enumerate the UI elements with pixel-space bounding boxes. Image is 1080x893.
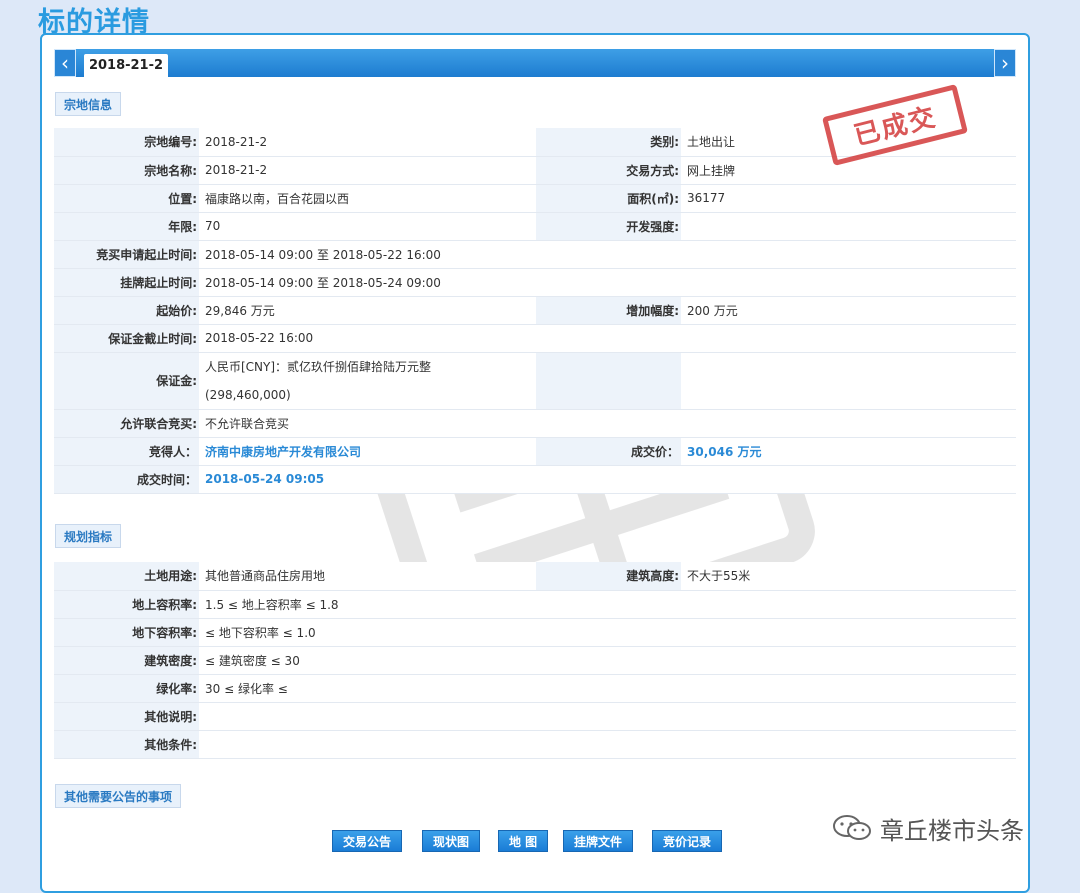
field-value: ≤ 建筑密度 ≤ 30 [199,646,1016,675]
field-label: 竞买申请起止时间: [54,240,199,269]
field-label: 地下容积率: [54,618,199,647]
deal-time-value: 2018-05-24 09:05 [199,465,1016,494]
table-row: 宗地名称: 2018-21-2 交易方式: 网上挂牌 [54,156,1016,185]
field-value: 福康路以南，百合花园以西 [199,184,536,213]
field-label: 成交价： [536,437,681,466]
wechat-icon [833,815,871,840]
field-label: 保证金截止时间: [54,324,199,353]
table-row: 挂牌起止时间: 2018-05-14 09:00 至 2018-05-24 09… [54,268,1016,297]
field-label: 允许联合竞买: [54,409,199,438]
field-value: 36177 [681,184,1016,213]
field-label: 宗地编号: [54,128,199,157]
field-label: 保证金: [54,352,199,410]
field-label: 位置: [54,184,199,213]
field-label: 挂牌起止时间: [54,268,199,297]
table-row: 保证金截止时间: 2018-05-22 16:00 [54,324,1016,353]
table-row: 位置: 福康路以南，百合花园以西 面积(㎡): 36177 [54,184,1016,213]
section-heading-parcel-info: 宗地信息 [55,92,122,116]
field-label: 其他说明: [54,702,199,731]
field-label: 增加幅度: [536,296,681,325]
field-value: 人民币[CNY]：贰亿玖仟捌佰肆拾陆万元整 (298,460,000) [199,352,536,410]
field-label: 交易方式: [536,156,681,185]
field-value: 其他普通商品住房用地 [199,562,536,591]
field-value: 29,846 万元 [199,296,536,325]
tab-prev-arrow-icon[interactable]: ‹ [54,49,76,77]
table-row: 竞得人： 济南中康房地产开发有限公司 成交价： 30,046 万元 [54,437,1016,466]
table-row: 地上容积率: 1.5 ≤ 地上容积率 ≤ 1.8 [54,590,1016,619]
field-value-empty [681,352,1016,410]
field-value: 2018-05-14 09:00 至 2018-05-22 16:00 [199,240,1016,269]
parcel-info-table: 宗地编号: 2018-21-2 类别: 土地出让 宗地名称: 2018-21-2… [54,128,1016,494]
field-label-empty [536,352,681,410]
tab-next-arrow-icon[interactable]: › [994,49,1016,77]
listing-docs-button[interactable]: 挂牌文件 [563,830,634,852]
table-row: 建筑密度: ≤ 建筑密度 ≤ 30 [54,646,1016,675]
status-map-button[interactable]: 现状图 [422,830,481,852]
field-value: 2018-05-22 16:00 [199,324,1016,353]
field-value [199,730,1016,759]
table-row: 绿化率: 30 ≤ 绿化率 ≤ [54,674,1016,703]
table-row: 保证金: 人民币[CNY]：贰亿玖仟捌佰肆拾陆万元整 (298,460,000) [54,352,1016,410]
field-value: 2018-05-14 09:00 至 2018-05-24 09:00 [199,268,1016,297]
table-row: 地下容积率: ≤ 地下容积率 ≤ 1.0 [54,618,1016,647]
table-row: 起始价: 29,846 万元 增加幅度: 200 万元 [54,296,1016,325]
brand-watermark: 章丘楼市头条 [832,810,1024,846]
field-label: 土地用途: [54,562,199,591]
tab-2018-21-2[interactable]: 2018-21-2 [84,54,168,78]
field-label: 年限: [54,212,199,241]
field-label: 宗地名称: [54,156,199,185]
field-value: 2018-21-2 [199,156,536,185]
field-value: 200 万元 [681,296,1016,325]
map-button[interactable]: 地 图 [498,830,549,852]
field-label: 开发强度: [536,212,681,241]
field-label: 地上容积率: [54,590,199,619]
field-label: 竞得人： [54,437,199,466]
field-label: 类别: [536,128,681,157]
brand-text: 章丘楼市头条 [880,816,1024,845]
field-label: 面积(㎡): [536,184,681,213]
field-label: 建筑密度: [54,646,199,675]
field-label: 其他条件: [54,730,199,759]
field-value [681,212,1016,241]
section-heading-planning: 规划指标 [55,524,122,548]
announcement-button[interactable]: 交易公告 [332,830,403,852]
table-row: 成交时间： 2018-05-24 09:05 [54,465,1016,494]
table-row: 允许联合竞买: 不允许联合竞买 [54,409,1016,438]
field-value: 30 ≤ 绿化率 ≤ [199,674,1016,703]
field-label: 成交时间： [54,465,199,494]
field-label: 建筑高度: [536,562,681,591]
table-row: 其他条件: [54,730,1016,759]
field-value: 70 [199,212,536,241]
field-label: 起始价: [54,296,199,325]
field-label: 绿化率: [54,674,199,703]
field-value: ≤ 地下容积率 ≤ 1.0 [199,618,1016,647]
table-row: 年限: 70 开发强度: [54,212,1016,241]
bid-records-button[interactable]: 竞价记录 [652,830,723,852]
field-value: 2018-21-2 [199,128,536,157]
table-row: 竞买申请起止时间: 2018-05-14 09:00 至 2018-05-22 … [54,240,1016,269]
field-value [199,702,1016,731]
section-heading-other-notices: 其他需要公告的事项 [55,784,182,808]
field-value: 1.5 ≤ 地上容积率 ≤ 1.8 [199,590,1016,619]
deposit-amount-number: (298,460,000) [205,387,291,402]
field-value: 不允许联合竞买 [199,409,1016,438]
field-value: 不大于55米 [681,562,1016,591]
deposit-amount-text: 人民币[CNY]：贰亿玖仟捌佰肆拾陆万元整 [205,359,432,374]
table-row: 土地用途: 其他普通商品住房用地 建筑高度: 不大于55米 [54,562,1016,591]
planning-table: 土地用途: 其他普通商品住房用地 建筑高度: 不大于55米 地上容积率: 1.5… [54,562,1016,759]
deal-price-value: 30,046 万元 [681,437,1016,466]
tab-bar: ‹ 2018-21-2 › [54,49,1016,78]
winning-bidder-value: 济南中康房地产开发有限公司 [199,437,536,466]
table-row: 其他说明: [54,702,1016,731]
